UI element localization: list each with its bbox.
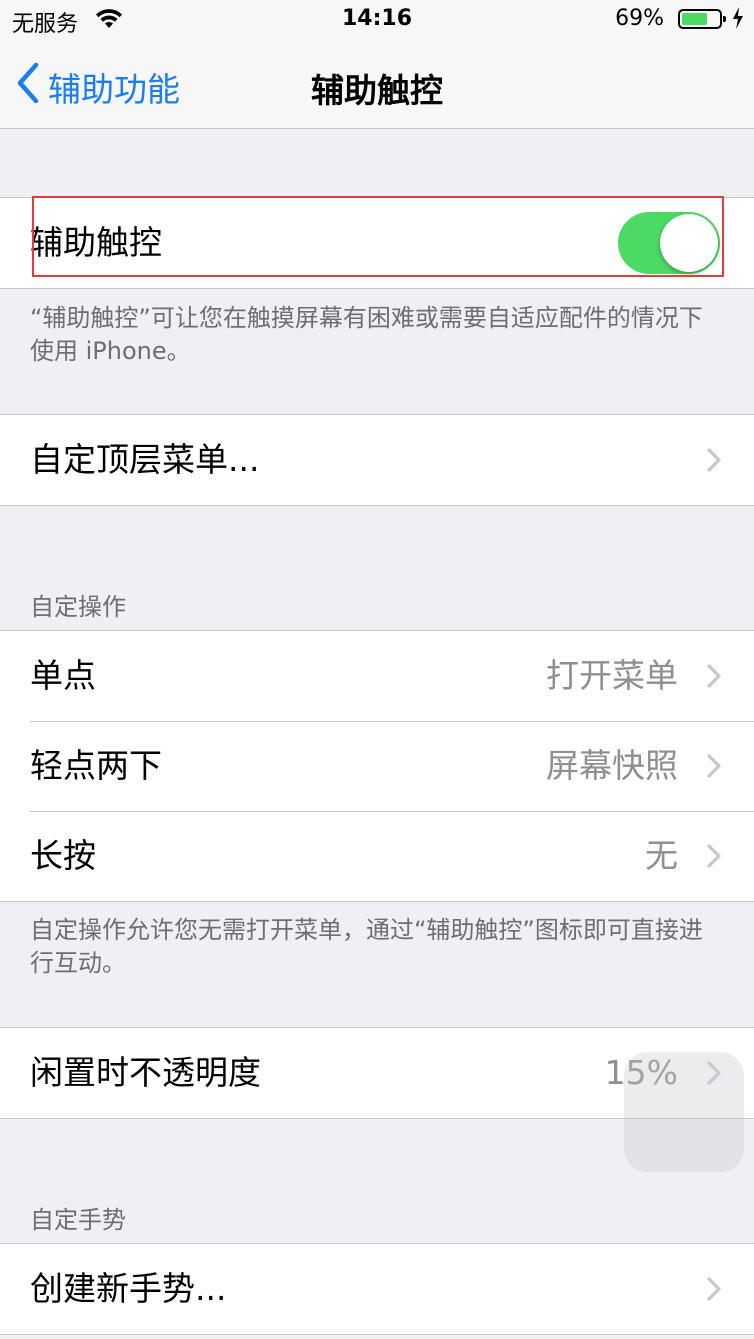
custom-gestures-group: 创建新手势...	[0, 1243, 754, 1335]
single-tap-row[interactable]: 单点 打开菜单	[0, 631, 754, 721]
customize-top-menu-label: 自定顶层菜单...	[30, 440, 260, 479]
chevron-right-icon	[706, 663, 722, 693]
chevron-right-icon	[706, 843, 722, 873]
single-tap-value: 打开菜单	[546, 656, 678, 695]
custom-actions-header: 自定操作	[30, 593, 126, 621]
customize-top-menu-row[interactable]: 自定顶层菜单...	[0, 415, 754, 505]
highlight-annotation-box	[32, 196, 724, 277]
idle-opacity-label: 闲置时不透明度	[30, 1053, 261, 1092]
custom-actions-group: 单点 打开菜单 轻点两下 屏幕快照 长按 无	[0, 630, 754, 902]
chevron-right-icon	[706, 1276, 722, 1306]
navigation-bar: 辅助功能 辅助触控	[0, 40, 754, 129]
top-menu-group: 自定顶层菜单...	[0, 414, 754, 506]
chevron-right-icon	[706, 447, 722, 477]
create-new-gesture-label: 创建新手势...	[30, 1269, 227, 1308]
create-new-gesture-row[interactable]: 创建新手势...	[0, 1244, 754, 1334]
battery-icon	[678, 9, 726, 29]
long-press-value: 无	[645, 836, 678, 875]
battery-level-fill	[682, 13, 707, 25]
status-bar: 无服务 14:16 69%	[0, 0, 754, 40]
charging-bolt-icon	[732, 7, 744, 33]
page-title: 辅助触控	[311, 71, 443, 110]
long-press-label: 长按	[30, 836, 96, 875]
custom-gestures-header: 自定手势	[30, 1206, 126, 1234]
double-tap-value: 屏幕快照	[546, 746, 678, 785]
assistive-touch-footer: “辅助触控”可让您在触摸屏幕有困难或需要自适应配件的情况下使用 iPhone。	[30, 304, 703, 365]
double-tap-label: 轻点两下	[30, 746, 162, 785]
long-press-row[interactable]: 长按 无	[0, 811, 754, 901]
assistive-touch-floating-button[interactable]	[624, 1052, 744, 1172]
single-tap-label: 单点	[30, 656, 96, 695]
custom-actions-footer: 自定操作允许您无需打开菜单，通过“辅助触控”图标即可直接进行互动。	[30, 916, 703, 977]
chevron-right-icon	[706, 753, 722, 783]
battery-percent: 69%	[615, 6, 664, 31]
double-tap-row[interactable]: 轻点两下 屏幕快照	[0, 721, 754, 811]
